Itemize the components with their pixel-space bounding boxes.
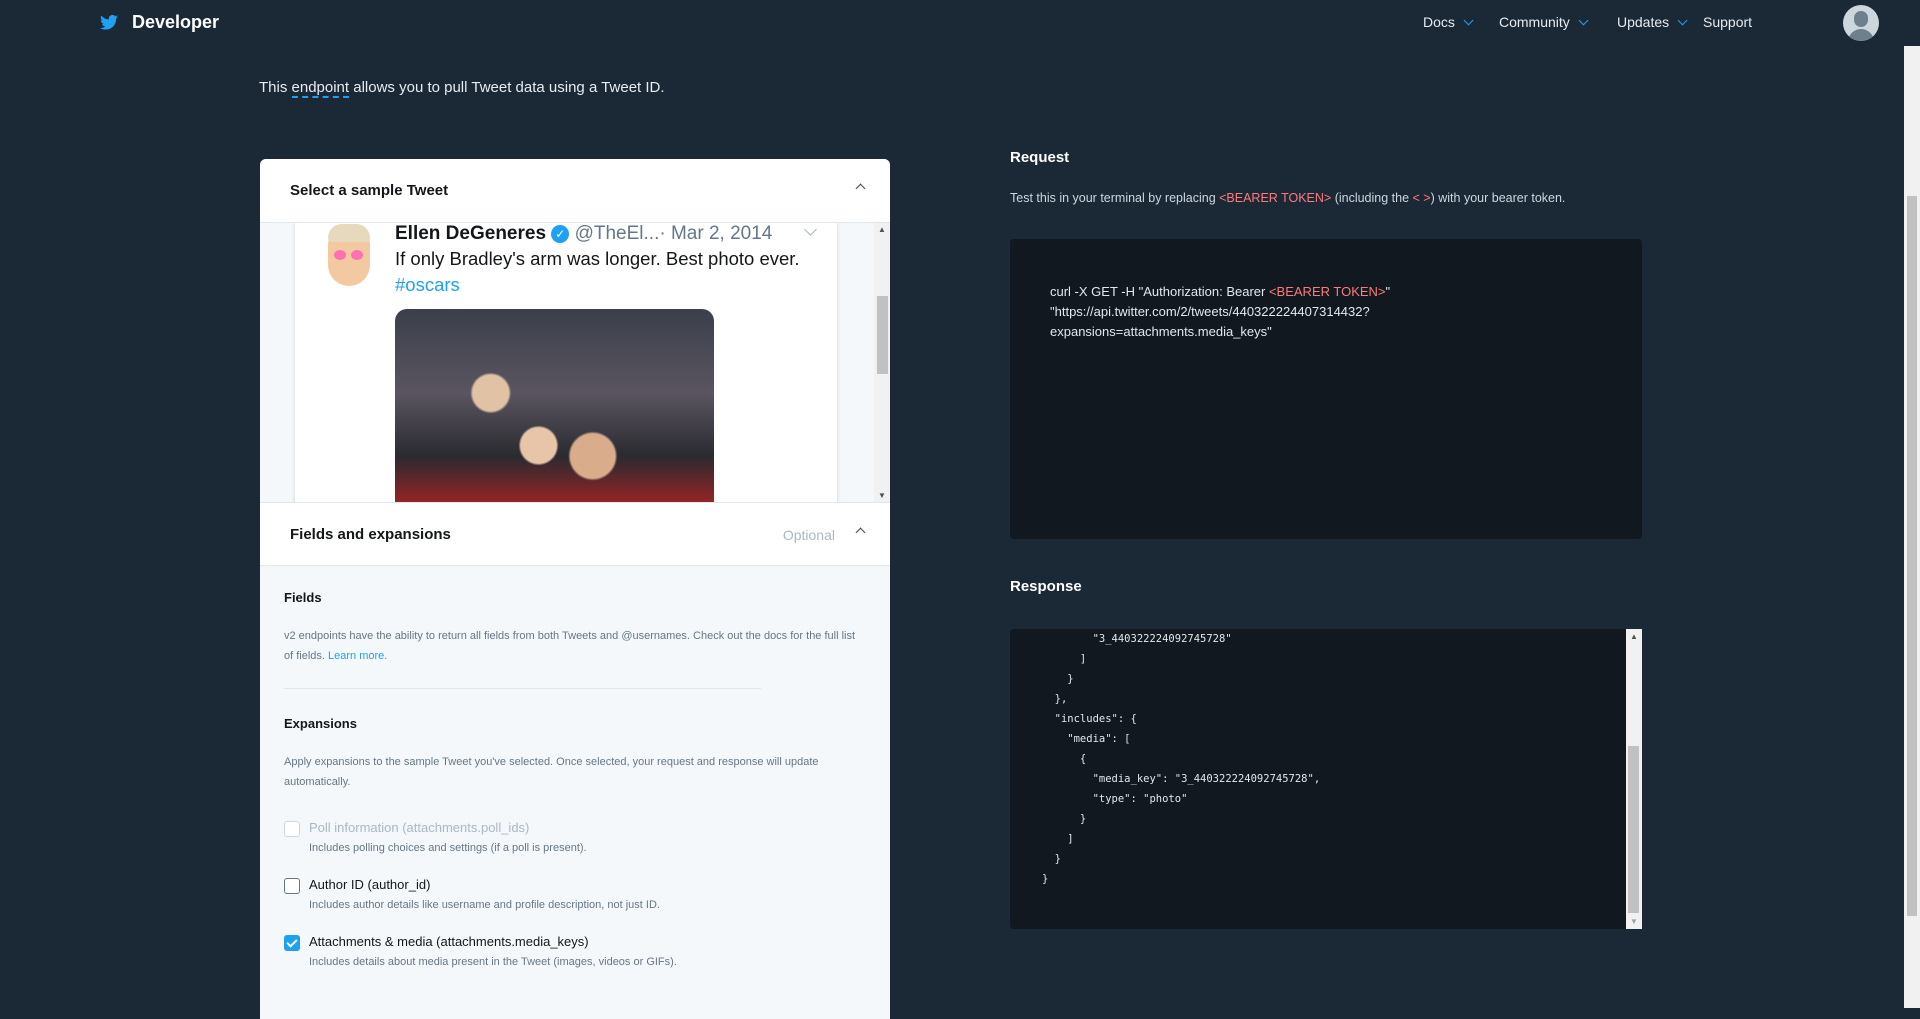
tweet-header: Ellen DeGeneres ✓ @TheEl...· Mar 2, 2014 xyxy=(395,223,772,245)
curl-line-1: curl -X GET -H "Authorization: Bearer <B… xyxy=(1050,284,1391,299)
response-scrollbar[interactable]: ▲ ▼ xyxy=(1626,629,1642,929)
tweet-card[interactable]: Ellen DeGeneres ✓ @TheEl...· Mar 2, 2014… xyxy=(295,223,837,502)
brand-name: Developer xyxy=(132,12,220,32)
attachments-media-checkbox[interactable] xyxy=(284,935,300,951)
request-hint: Test this in your terminal by replacing … xyxy=(1010,191,1566,205)
response-code-block[interactable]: "3_440322224092745728" ] } }, "includes"… xyxy=(1010,629,1642,929)
tweet-handle: @TheEl... xyxy=(574,223,660,244)
hashtag-link[interactable]: #oscars xyxy=(395,274,460,295)
nav-updates[interactable]: Updates xyxy=(1617,14,1688,30)
learn-more-link[interactable]: Learn more. xyxy=(328,650,387,662)
poll-information-checkbox[interactable] xyxy=(284,821,300,837)
endpoint-description: This endpoint allows you to pull Tweet d… xyxy=(259,79,665,98)
twitter-bird-icon xyxy=(100,15,118,30)
nav-community[interactable]: Community xyxy=(1499,14,1589,30)
builder-card: Select a sample Tweet Ellen DeGeneres ✓ … xyxy=(260,159,890,1019)
fields-expansions-title: Fields and expansions xyxy=(290,526,451,543)
request-heading: Request xyxy=(1010,149,1070,166)
request-code-block[interactable]: curl -X GET -H "Authorization: Bearer <B… xyxy=(1010,239,1642,539)
sample-tweet-title: Select a sample Tweet xyxy=(290,182,449,199)
optional-label: Optional xyxy=(782,527,835,543)
poll-information-desc: Includes polling choices and settings (i… xyxy=(309,842,587,854)
attachments-media-desc: Includes details about media present in … xyxy=(309,956,677,968)
curl-line-3: expansions=attachments.media_keys" xyxy=(1050,324,1272,339)
author-id-checkbox[interactable] xyxy=(284,878,300,894)
fields-heading: Fields xyxy=(284,590,322,605)
avatar[interactable] xyxy=(1843,5,1879,41)
expansions-heading: Expansions xyxy=(284,716,357,731)
chevron-up-icon[interactable] xyxy=(855,183,866,194)
nav-community-label: Community xyxy=(1499,14,1570,30)
page-scrollbar[interactable] xyxy=(1904,46,1920,1008)
sample-tweet-header[interactable]: Select a sample Tweet xyxy=(260,159,890,223)
chevron-down-icon xyxy=(1677,15,1688,25)
nav-docs-label: Docs xyxy=(1423,14,1455,30)
top-nav: Developer Docs Community Updates Support xyxy=(0,0,1904,46)
author-id-desc: Includes author details like username an… xyxy=(309,899,660,911)
tweet-photo[interactable] xyxy=(395,309,714,502)
nav-docs[interactable]: Docs xyxy=(1423,14,1474,30)
response-json: "3_440322224092745728" ] } }, "includes"… xyxy=(1042,633,1321,885)
poll-information-label: Poll information (attachments.poll_ids) xyxy=(309,820,530,835)
avatar xyxy=(328,224,370,286)
tweet-date: · Mar 2, 2014 xyxy=(659,223,773,244)
curl-line-2: "https://api.twitter.com/2/tweets/440322… xyxy=(1050,304,1370,319)
tweet-list-scrollbar[interactable]: ▲ ▼ xyxy=(874,223,890,502)
nav-updates-label: Updates xyxy=(1617,14,1670,30)
brand-logo[interactable]: Developer xyxy=(100,12,219,33)
scroll-up-icon[interactable]: ▲ xyxy=(878,225,886,234)
nav-support[interactable]: Support xyxy=(1703,14,1752,30)
chevron-down-icon xyxy=(1578,15,1589,25)
chevron-up-icon[interactable] xyxy=(855,527,866,538)
scroll-up-icon[interactable]: ▲ xyxy=(1630,632,1638,641)
verified-icon: ✓ xyxy=(551,225,570,243)
nav-support-label: Support xyxy=(1703,14,1753,30)
divider xyxy=(284,688,761,689)
chevron-down-icon[interactable] xyxy=(804,223,817,236)
fields-expansions-header[interactable]: Fields and expansions Optional xyxy=(260,502,890,566)
fields-description: v2 endpoints have the ability to return … xyxy=(284,630,856,662)
response-heading: Response xyxy=(1010,578,1082,595)
tweet-text: If only Bradley's arm was longer. Best p… xyxy=(395,248,800,295)
expansions-description: Apply expansions to the sample Tweet you… xyxy=(284,756,819,788)
endpoint-link[interactable]: endpoint xyxy=(291,79,350,98)
attachments-media-label: Attachments & media (attachments.media_k… xyxy=(309,934,589,949)
scroll-down-icon[interactable]: ▼ xyxy=(878,491,886,500)
sample-tweet-list[interactable]: Ellen DeGeneres ✓ @TheEl...· Mar 2, 2014… xyxy=(260,223,890,502)
tweet-author: Ellen DeGeneres xyxy=(395,223,547,244)
author-id-label: Author ID (author_id) xyxy=(309,877,431,892)
chevron-down-icon xyxy=(1463,15,1474,25)
scroll-down-icon[interactable]: ▼ xyxy=(1630,917,1638,926)
